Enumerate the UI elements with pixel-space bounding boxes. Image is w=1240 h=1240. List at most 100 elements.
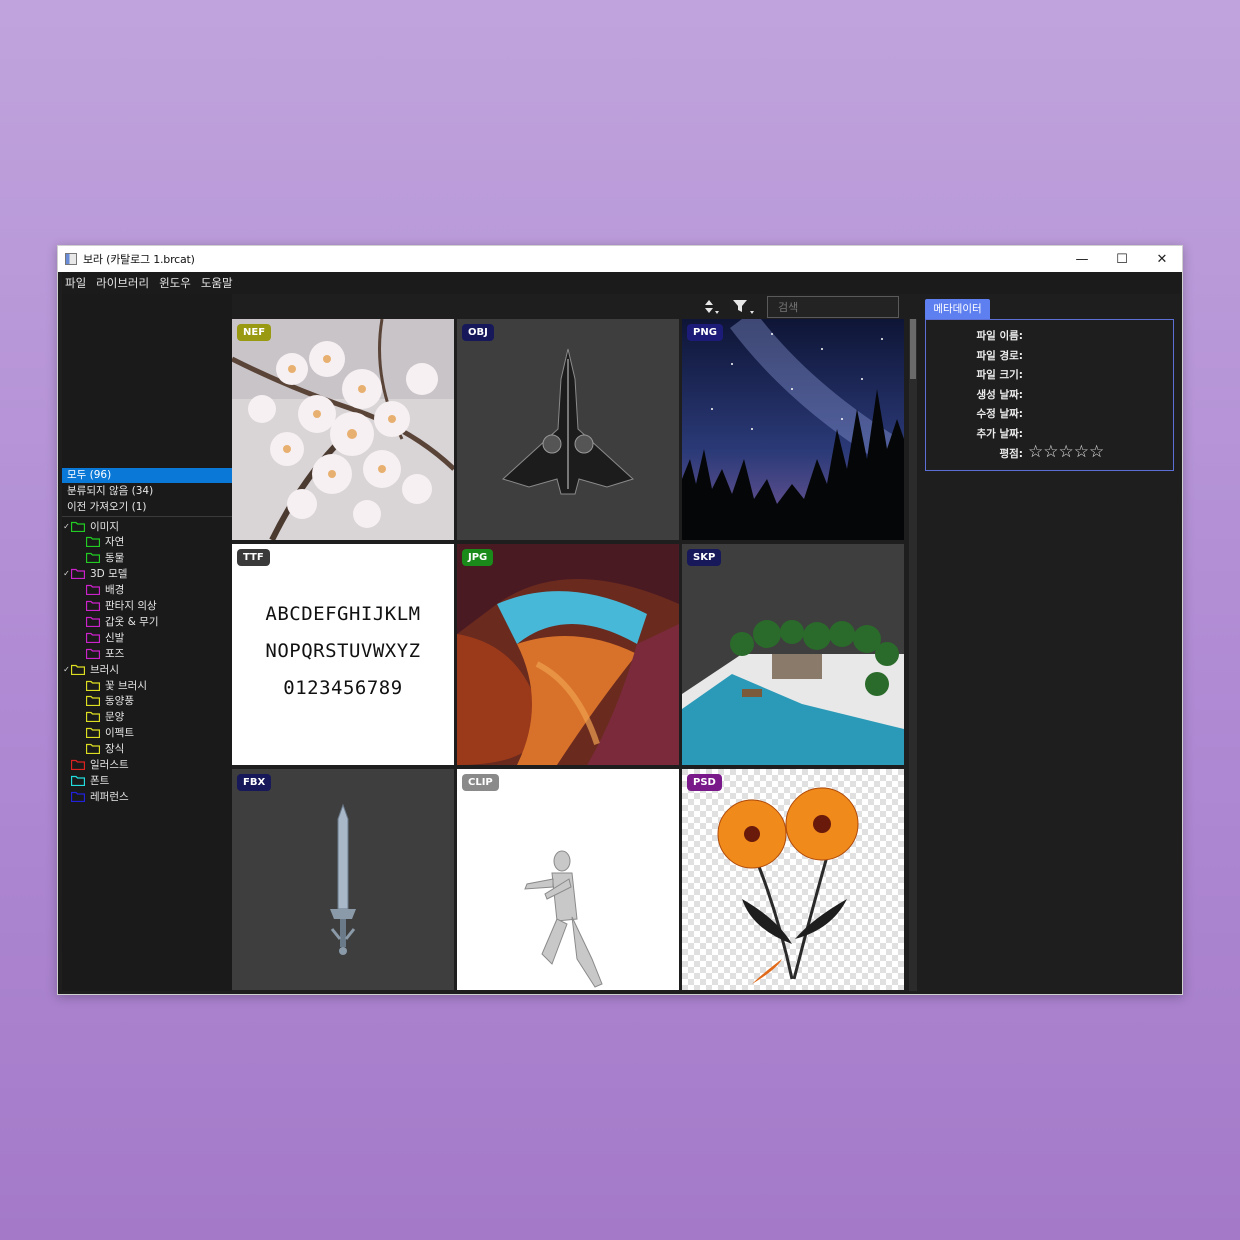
tree-item[interactable]: 배경 [77, 582, 124, 598]
cherry-blossom-image [232, 319, 454, 540]
tree-item-label: 동물 [105, 552, 125, 565]
asset-tile-obj[interactable]: OBJ [457, 319, 679, 540]
tree-item[interactable]: ✓ 브러시 [62, 661, 119, 677]
tree-item[interactable]: 동양풍 [77, 693, 134, 709]
tree-item[interactable]: 문양 [77, 709, 124, 725]
grid-scrollbar[interactable] [909, 319, 917, 991]
filter-uncategorized[interactable]: 분류되지 않음 (34) [62, 484, 232, 499]
tree-item-label: 포즈 [105, 647, 125, 660]
asset-tile-png[interactable]: PNG [682, 319, 904, 540]
sort-icon[interactable] [702, 298, 724, 316]
filter-last-import[interactable]: 이전 가져오기 (1) [62, 500, 232, 515]
folder-icon [71, 664, 85, 675]
asset-tile-jpg[interactable]: JPG [457, 544, 679, 765]
window-title: 보라 (카탈로그 1.brcat) [83, 253, 195, 266]
filter-icon[interactable] [732, 298, 754, 316]
folder-icon [71, 775, 85, 786]
asset-tile-clip[interactable]: CLIP [457, 769, 679, 990]
format-badge: PNG [687, 324, 723, 341]
tree-item-label: 배경 [105, 584, 125, 597]
font-sample: ABCDEFGHIJKLM NOPQRSTUVWXYZ 0123456789 [232, 596, 454, 707]
menu-file[interactable]: 파일 [65, 275, 93, 291]
tree-item[interactable]: 포즈 [77, 645, 124, 661]
title-bar[interactable]: 보라 (카탈로그 1.brcat) — ☐ ✕ [58, 246, 1182, 272]
font-sample-line: 0123456789 [283, 677, 403, 699]
folder-icon [86, 727, 100, 739]
format-badge: NEF [237, 324, 272, 341]
tree-item[interactable]: 이펙트 [77, 725, 134, 741]
star-icon[interactable]: ☆ [1059, 443, 1074, 461]
tree-item-label: 일러스트 [90, 759, 129, 771]
asset-tile-skp[interactable]: SKP [682, 544, 904, 765]
scrollbar-thumb[interactable] [910, 319, 916, 379]
chevron-down-icon[interactable]: ✓ [62, 522, 71, 531]
maximize-button[interactable]: ☐ [1102, 246, 1142, 272]
asset-tile-psd[interactable]: PSD [682, 769, 904, 990]
tree-item-label: 동양풍 [105, 695, 134, 708]
star-icon[interactable]: ☆ [1089, 443, 1104, 461]
folder-icon [86, 600, 100, 611]
folder-icon [71, 791, 85, 802]
tree-item-label: 꽃 브러시 [105, 679, 147, 692]
folder-icon [71, 568, 85, 580]
tree-item[interactable]: ✓ 이미지 [62, 518, 119, 534]
filter-all[interactable]: 모두 (96) [62, 468, 232, 483]
format-badge: FBX [237, 774, 272, 791]
folder-icon [86, 536, 100, 548]
tree-item[interactable]: 판타지 의상 [77, 598, 157, 614]
app-icon [65, 253, 77, 265]
font-sample-line: NOPQRSTUVWXYZ [265, 640, 421, 662]
grid-toolbar [232, 294, 910, 319]
tree-item[interactable]: 자연 [77, 534, 124, 550]
tree-item-label: 자연 [105, 536, 125, 549]
tree-item-label: 레퍼런스 [90, 790, 129, 803]
app-window: 보라 (카탈로그 1.brcat) — ☐ ✕ 파일 라이브러리 윈도우 도움말… [57, 245, 1183, 995]
folder-icon [86, 648, 100, 659]
tree-item-label: 브러시 [90, 663, 119, 676]
tree-item[interactable]: 폰트 [62, 772, 109, 788]
tree-item[interactable]: 레퍼런스 [62, 788, 129, 804]
metadata-panel: 메타데이터 파일 이름: 파일 경로: 파일 크기: 생성 날짜: 수정 날짜:… [917, 294, 1180, 991]
night-sky-image [682, 319, 904, 540]
asset-tile-fbx[interactable]: FBX [232, 769, 454, 990]
minimize-button[interactable]: — [1062, 246, 1102, 272]
asset-tile-nef[interactable]: NEF [232, 319, 454, 540]
star-icon[interactable]: ☆ [1028, 443, 1043, 461]
field-file-size: 파일 크기: [976, 369, 1024, 381]
tree-item[interactable]: 동물 [77, 550, 124, 566]
field-file-path: 파일 경로: [976, 350, 1024, 362]
format-badge: CLIP [462, 774, 499, 791]
menu-bar: 파일 라이브러리 윈도우 도움말 [62, 272, 1180, 294]
tree-item[interactable]: 일러스트 [62, 757, 129, 773]
tree-item-label: 이미지 [90, 520, 119, 533]
folder-icon [71, 759, 85, 770]
tab-metadata[interactable]: 메타데이터 [925, 299, 990, 319]
asset-grid: NEF OBJ PNG ABCDEFGHIJKLM NOPQRSTUVWXYZ … [232, 319, 908, 991]
font-sample-line: ABCDEFGHIJKLM [265, 603, 421, 625]
tree-item[interactable]: ✓ 3D 모델 [62, 566, 127, 582]
menu-window[interactable]: 윈도우 [159, 275, 198, 291]
folder-icon [86, 695, 100, 707]
spaceship-image [457, 319, 679, 540]
menu-help[interactable]: 도움말 [201, 275, 240, 291]
tree-item-label: 3D 모델 [90, 568, 128, 581]
close-button[interactable]: ✕ [1142, 246, 1182, 272]
chevron-down-icon[interactable]: ✓ [62, 665, 71, 674]
field-rating: 평점: [999, 448, 1023, 460]
tree-item-label: 문양 [105, 711, 125, 724]
menu-library[interactable]: 라이브러리 [96, 275, 156, 291]
tree-item[interactable]: 꽃 브러시 [77, 677, 147, 693]
left-panel: 모두 (96) 분류되지 않음 (34) 이전 가져오기 (1) ✓ 이미지자연동… [62, 294, 232, 991]
tree-item[interactable]: 신발 [77, 629, 124, 645]
search-input[interactable] [767, 296, 899, 318]
tree-item[interactable]: 장식 [77, 741, 124, 757]
asset-tile-ttf[interactable]: ABCDEFGHIJKLM NOPQRSTUVWXYZ 0123456789 T… [232, 544, 454, 765]
folder-icon [86, 680, 100, 691]
chevron-down-icon[interactable]: ✓ [62, 569, 71, 578]
divider [62, 516, 232, 517]
rating-stars[interactable]: ☆ ☆ ☆ ☆ ☆ [1028, 443, 1104, 461]
star-icon[interactable]: ☆ [1074, 443, 1089, 461]
folder-icon [86, 632, 100, 643]
star-icon[interactable]: ☆ [1043, 443, 1058, 461]
tree-item[interactable]: 갑옷 & 무기 [77, 613, 159, 629]
